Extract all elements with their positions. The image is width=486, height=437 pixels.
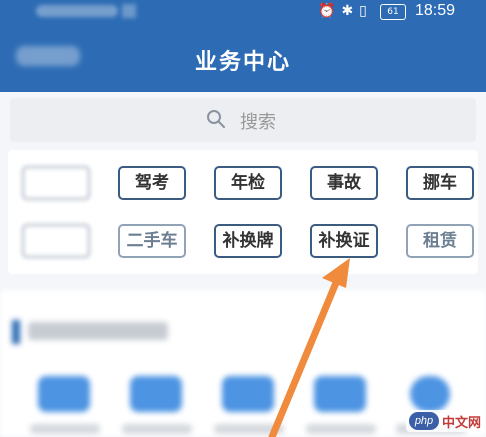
service-tile-2[interactable] (130, 376, 182, 412)
tag-blurred-2[interactable] (22, 224, 90, 258)
service-tile-1[interactable] (38, 376, 90, 412)
alarm-icon: ⏰ (318, 3, 336, 19)
battery-indicator: 61 (380, 4, 406, 20)
tag-replace-license[interactable]: 补换证 (310, 224, 378, 258)
page-title: 业务中心 (194, 50, 291, 75)
tile-label-2 (122, 424, 192, 434)
service-tags-panel: 驾考 年检 事故 挪车 二手车 补换牌 补换证 租赁 (8, 150, 478, 274)
tag-annual-inspection[interactable]: 年检 (214, 166, 282, 200)
tag-move-car[interactable]: 挪车 (406, 166, 474, 200)
status-time: 18:59 (415, 2, 456, 19)
php-logo: php (409, 412, 439, 430)
service-tile-3[interactable] (222, 376, 274, 412)
search-placeholder: 搜索 (240, 112, 276, 133)
carrier-info (36, 5, 118, 17)
search-input[interactable]: 搜索 (10, 98, 476, 142)
watermark-text: 中文网 (442, 415, 482, 431)
status-bar: ⏰ ✱ ▯ 61 18:59 (0, 0, 486, 24)
tile-label-1 (30, 424, 100, 434)
section-accent-bar (12, 320, 20, 344)
watermark: php 中文网 (406, 410, 485, 432)
status-icons: ⏰ ✱ ▯ (318, 3, 367, 19)
section-title (28, 322, 168, 340)
bluetooth-icon: ✱ (341, 3, 354, 19)
tag-accident[interactable]: 事故 (310, 166, 378, 200)
tag-blurred-1[interactable] (22, 166, 90, 200)
tag-used-car[interactable]: 二手车 (118, 224, 186, 258)
tag-rental[interactable]: 租赁 (406, 224, 474, 258)
service-tile-5[interactable] (410, 376, 450, 412)
tag-driving-test[interactable]: 驾考 (118, 166, 186, 200)
search-icon (207, 110, 225, 128)
tile-label-3 (214, 424, 284, 434)
tile-label-4 (306, 424, 376, 434)
service-tile-4[interactable] (314, 376, 366, 412)
vibrate-icon: ▯ (359, 3, 367, 19)
signal-info (122, 4, 136, 18)
tag-replace-plate[interactable]: 补换牌 (214, 224, 282, 258)
app-header: 业务中心 (0, 24, 486, 92)
